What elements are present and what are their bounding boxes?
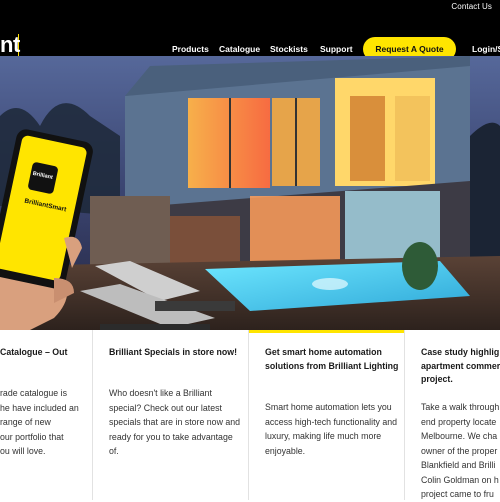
card-title: Get smart home automation solutions from… [265, 347, 399, 371]
card-title: Brilliant Specials in store now! [109, 347, 238, 357]
hand-holding-phone [0, 129, 93, 330]
nav-support[interactable]: Support [320, 44, 353, 54]
hero-banner: Brilliant BrilliantSmart [0, 56, 500, 330]
card-body: Smart home automation lets you access hi… [265, 402, 398, 456]
login-link[interactable]: Login/S [472, 44, 500, 54]
card-title: Case study highlig apartment commer proj… [421, 347, 500, 384]
nav-products[interactable]: Products [172, 44, 209, 54]
card-accent-bar [249, 330, 405, 333]
brand-logo[interactable]: nt [0, 32, 20, 58]
card-body: Take a walk through end property locate … [421, 402, 500, 499]
card-specials[interactable]: Brilliant Specials in store now! Who doe… [92, 330, 249, 500]
main-navbar: nt Products Catalogue Stockists Support … [0, 14, 500, 63]
feature-cards: Catalogue – Out rade catalogue is he hav… [0, 330, 500, 500]
card-title: Catalogue – Out [0, 347, 68, 357]
card-body: Who doesn't like a Brilliant special? Ch… [109, 388, 241, 456]
top-utility-bar: Contact Us [0, 0, 500, 14]
card-smart-home[interactable]: Get smart home automation solutions from… [248, 330, 405, 500]
card-body: rade catalogue is he have included an ra… [0, 388, 79, 456]
nav-catalogue[interactable]: Catalogue [219, 44, 260, 54]
phone-brand-text: Brilliant [32, 170, 54, 181]
card-case-study[interactable]: Case study highlig apartment commer proj… [404, 330, 500, 500]
contact-us-link[interactable]: Contact Us [451, 2, 492, 11]
nav-stockists[interactable]: Stockists [270, 44, 308, 54]
card-catalogue[interactable]: Catalogue – Out rade catalogue is he hav… [0, 330, 90, 500]
